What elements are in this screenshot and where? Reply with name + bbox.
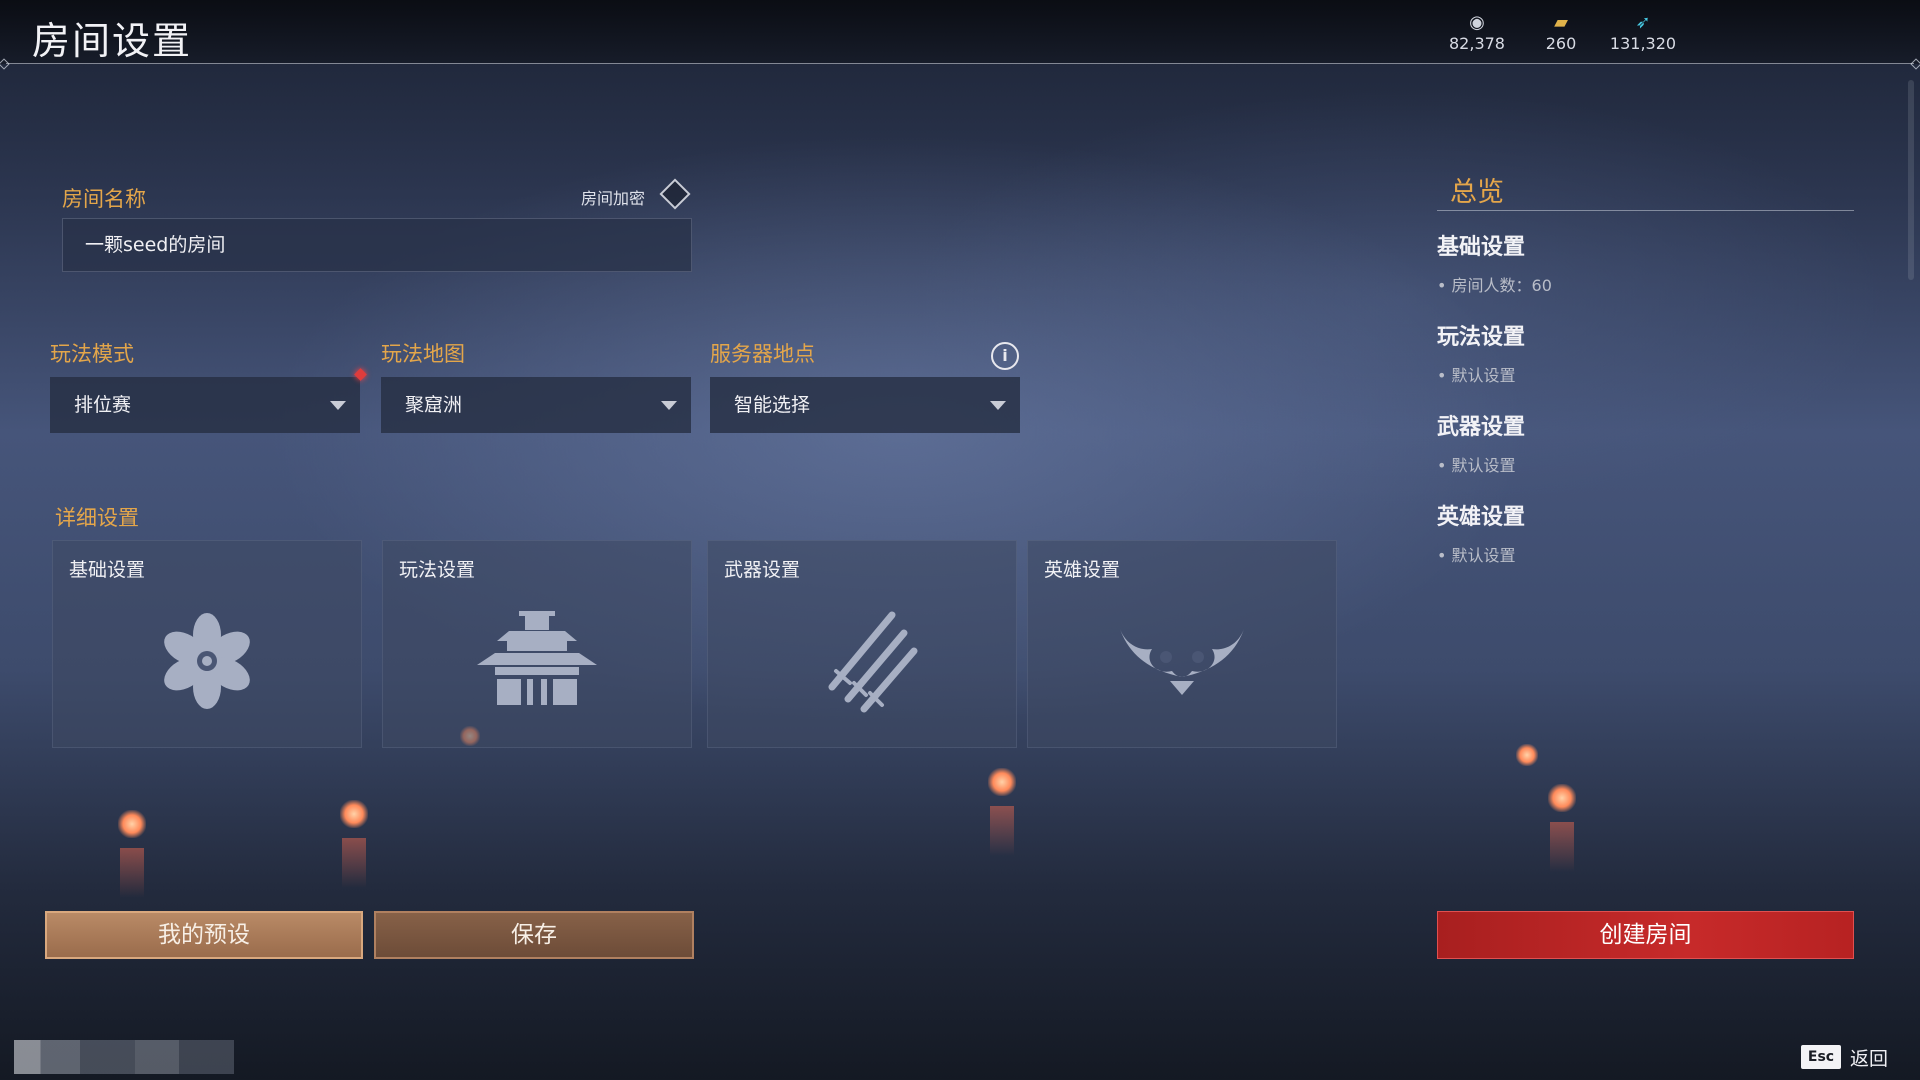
feather-icon: ➶ — [1635, 12, 1651, 33]
currency-gold: ▰ 260 — [1516, 12, 1606, 53]
create-room-button[interactable]: 创建房间 — [1437, 911, 1854, 959]
gold-ingot-icon: ▰ — [1554, 12, 1568, 33]
flower-gear-icon — [164, 613, 250, 709]
currency-value: 131,320 — [1609, 34, 1677, 53]
chevron-down-icon — [990, 401, 1006, 410]
lantern-decoration — [1516, 744, 1538, 766]
room-name-input[interactable]: 一颗seed的房间 — [62, 218, 692, 272]
save-button[interactable]: 保存 — [374, 911, 694, 959]
card-hero-settings[interactable]: 英雄设置 — [1027, 540, 1337, 748]
card-basic-settings[interactable]: 基础设置 — [52, 540, 362, 748]
lantern-decoration — [988, 768, 1016, 796]
lantern-decoration — [118, 810, 146, 838]
scrollbar[interactable] — [1908, 80, 1914, 280]
summary-title: 总览 — [1450, 177, 1504, 208]
summary-weapon-title: 武器设置 — [1437, 415, 1526, 440]
card-title: 玩法设置 — [399, 559, 476, 581]
mode-select[interactable]: 排位赛 — [50, 377, 360, 433]
summary-hero-value: • 默认设置 — [1437, 546, 1516, 565]
mode-label: 玩法模式 — [50, 342, 134, 366]
currency-value: 260 — [1545, 34, 1577, 53]
currency-value: 82,378 — [1449, 34, 1505, 53]
silver-coin-icon: ◉ — [1469, 12, 1485, 33]
my-preset-button[interactable]: 我的预设 — [45, 911, 363, 959]
esc-key-hint[interactable]: Esc — [1801, 1045, 1841, 1069]
room-name-label: 房间名称 — [62, 187, 146, 211]
back-label[interactable]: 返回 — [1850, 1044, 1888, 1071]
lantern-decoration — [340, 800, 368, 828]
summary-basic-title: 基础设置 — [1437, 235, 1526, 260]
room-encrypt-label: 房间加密 — [581, 189, 646, 208]
map-select-value: 聚窟洲 — [405, 394, 463, 416]
card-weapon-settings[interactable]: 武器设置 — [707, 540, 1017, 748]
swords-icon — [828, 611, 918, 713]
summary-divider — [1437, 210, 1854, 211]
server-label: 服务器地点 — [710, 342, 815, 366]
page-title: 房间设置 — [32, 19, 193, 63]
header-divider — [6, 63, 1914, 64]
mode-select-value: 排位赛 — [74, 394, 132, 416]
lantern-decoration — [1548, 784, 1576, 812]
lantern-reflection — [1550, 822, 1574, 872]
details-label: 详细设置 — [55, 506, 139, 530]
demon-mask-icon — [1120, 629, 1244, 695]
lantern-reflection — [120, 848, 144, 898]
card-title: 武器设置 — [724, 559, 801, 581]
server-select[interactable]: 智能选择 — [710, 377, 1020, 433]
lantern-reflection — [342, 838, 366, 888]
map-label: 玩法地图 — [381, 342, 465, 366]
lantern-reflection — [990, 806, 1014, 856]
card-gameplay-settings[interactable]: 玩法设置 — [382, 540, 692, 748]
chevron-down-icon — [661, 401, 677, 410]
player-id-blurred — [14, 1040, 234, 1074]
summary-weapon-value: • 默认设置 — [1437, 456, 1516, 475]
summary-gameplay-value: • 默认设置 — [1437, 366, 1516, 385]
currency-feather: ➶ 131,320 — [1598, 12, 1688, 53]
map-select[interactable]: 聚窟洲 — [381, 377, 691, 433]
chevron-down-icon — [330, 401, 346, 410]
summary-basic-value: • 房间人数：60 — [1437, 276, 1552, 295]
pagoda-icon — [477, 611, 597, 705]
server-select-value: 智能选择 — [734, 394, 811, 416]
info-icon[interactable]: i — [991, 342, 1019, 370]
card-title: 英雄设置 — [1044, 559, 1121, 581]
summary-gameplay-title: 玩法设置 — [1437, 325, 1526, 350]
currency-silver: ◉ 82,378 — [1432, 12, 1522, 53]
summary-hero-title: 英雄设置 — [1437, 505, 1526, 530]
room-encrypt-toggle[interactable] — [659, 178, 691, 210]
card-title: 基础设置 — [69, 559, 146, 581]
